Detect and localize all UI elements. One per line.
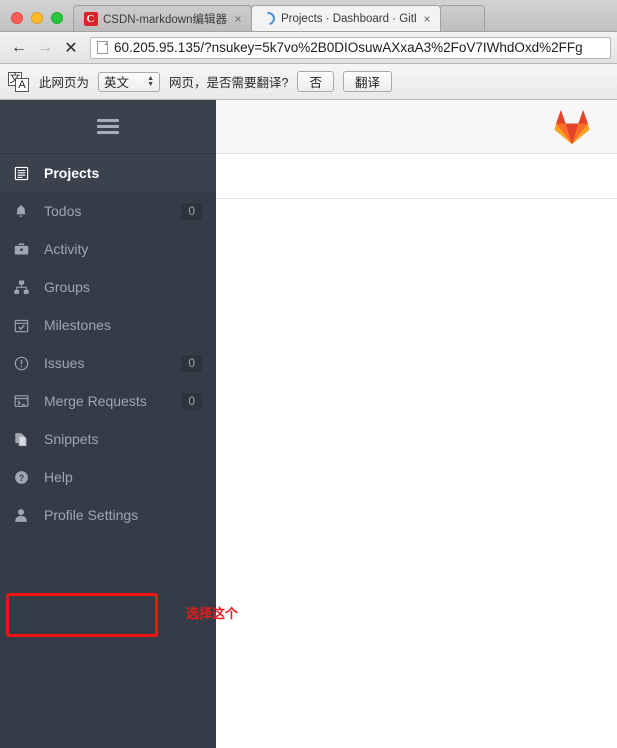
sidebar-item-milestones[interactable]: Milestones [0, 306, 216, 344]
maximize-window-button[interactable] [51, 12, 63, 24]
browser-tabstrip: C CSDN-markdown编辑器 × Projects · Dashboar… [0, 0, 617, 32]
user-icon [14, 508, 36, 523]
loading-spinner-icon [259, 9, 278, 28]
window-controls [0, 12, 73, 31]
hamburger-menu-icon [97, 116, 119, 137]
question-circle-icon: ? [14, 470, 36, 485]
address-bar[interactable]: 60.205.95.135/?nsukey=5k7vo%2B0DIOsuwAXx… [90, 36, 611, 59]
sidebar-item-help[interactable]: ? Help [0, 458, 216, 496]
sidebar-item-badge: 0 [181, 202, 202, 220]
sidebar-item-label: Merge Requests [44, 393, 147, 409]
projects-icon [14, 166, 36, 181]
sidebar-item-label: Milestones [44, 317, 111, 333]
translate-prefix-label: 此网页为 [39, 76, 90, 90]
tab-title: Projects · Dashboard · GitL [280, 12, 416, 25]
gitlab-sidebar: Projects Todos 0 Activity Groups Milesto… [0, 100, 216, 748]
translate-button[interactable]: 翻译 [342, 71, 392, 92]
exclamation-circle-icon [14, 356, 36, 371]
chevron-updown-icon: ▲ ▼ [147, 74, 155, 88]
sidebar-item-label: Snippets [44, 431, 99, 447]
url-text: 60.205.95.135/?nsukey=5k7vo%2B0DIOsuwAXx… [114, 40, 583, 55]
sidebar-item-label: Groups [44, 279, 90, 295]
snippet-icon [14, 432, 36, 447]
svg-text:?: ? [19, 472, 24, 482]
sidebar-item-label: Help [44, 469, 73, 485]
translate-infobar: 文 A 此网页为 英文 ▲▼ 网页，是否需要翻译? 否 翻译 [0, 64, 617, 100]
sidebar-item-label: Projects [44, 165, 100, 181]
sidebar-item-label: Profile Settings [44, 507, 139, 523]
stop-loading-icon[interactable]: ✕ [58, 35, 84, 61]
new-tab-button[interactable] [438, 5, 485, 31]
close-icon[interactable]: × [231, 12, 245, 26]
sidebar-item-merge-requests[interactable]: Merge Requests 0 [0, 382, 216, 420]
source-language-select[interactable]: 英文 ▲ ▼ [98, 71, 161, 92]
close-window-button[interactable] [11, 12, 23, 24]
briefcase-icon [14, 242, 36, 256]
sidebar-item-groups[interactable]: Groups [0, 268, 216, 306]
browser-window: C CSDN-markdown编辑器 × Projects · Dashboar… [0, 0, 617, 748]
sitemap-icon [14, 279, 36, 295]
sidebar-toggle-button[interactable] [0, 100, 216, 154]
sidebar-item-issues[interactable]: Issues 0 [0, 344, 216, 382]
page-viewport: s Explore Projects [0, 100, 617, 748]
sidebar-item-label: Todos [44, 203, 82, 219]
sidebar-item-snippets[interactable]: Snippets [0, 420, 216, 458]
sidebar-item-badge: 0 [181, 392, 202, 410]
tab-title: CSDN-markdown编辑器 [103, 13, 227, 26]
source-language-value: 英文 [104, 76, 130, 90]
sidebar-item-todos[interactable]: Todos 0 [0, 192, 216, 230]
annotation-label: 选择这个 [186, 607, 239, 622]
sidebar-item-label: Issues [44, 355, 85, 371]
sidebar-item-activity[interactable]: Activity [0, 230, 216, 268]
browser-tab-gitlab[interactable]: Projects · Dashboard · GitL × [250, 5, 441, 31]
browser-tab-csdn[interactable]: C CSDN-markdown编辑器 × [73, 5, 252, 31]
sidebar-item-projects[interactable]: Projects [0, 154, 216, 192]
translate-icon: 文 A [8, 71, 30, 92]
sidebar-item-badge: 0 [181, 354, 202, 372]
sidebar-nav-list: Projects Todos 0 Activity Groups Milesto… [0, 154, 216, 534]
translate-question-label: 网页，是否需要翻译? [169, 76, 289, 90]
bell-icon [14, 204, 36, 219]
close-icon[interactable]: × [420, 12, 434, 26]
csdn-icon: C [83, 11, 98, 26]
sidebar-item-profile-settings[interactable]: Profile Settings [0, 496, 216, 534]
decline-translate-button[interactable]: 否 [297, 71, 334, 92]
minimize-window-button[interactable] [31, 12, 43, 24]
page-info-icon[interactable] [97, 41, 108, 54]
back-icon[interactable]: ← [6, 35, 32, 61]
gitlab-tanuki-logo-icon[interactable] [553, 108, 591, 146]
calendar-check-icon [14, 318, 36, 333]
sidebar-item-label: Activity [44, 241, 89, 257]
browser-toolbar: ← → ✕ 60.205.95.135/?nsukey=5k7vo%2B0DIO… [0, 32, 617, 64]
merge-request-icon [14, 394, 36, 408]
forward-icon[interactable]: → [32, 35, 58, 61]
